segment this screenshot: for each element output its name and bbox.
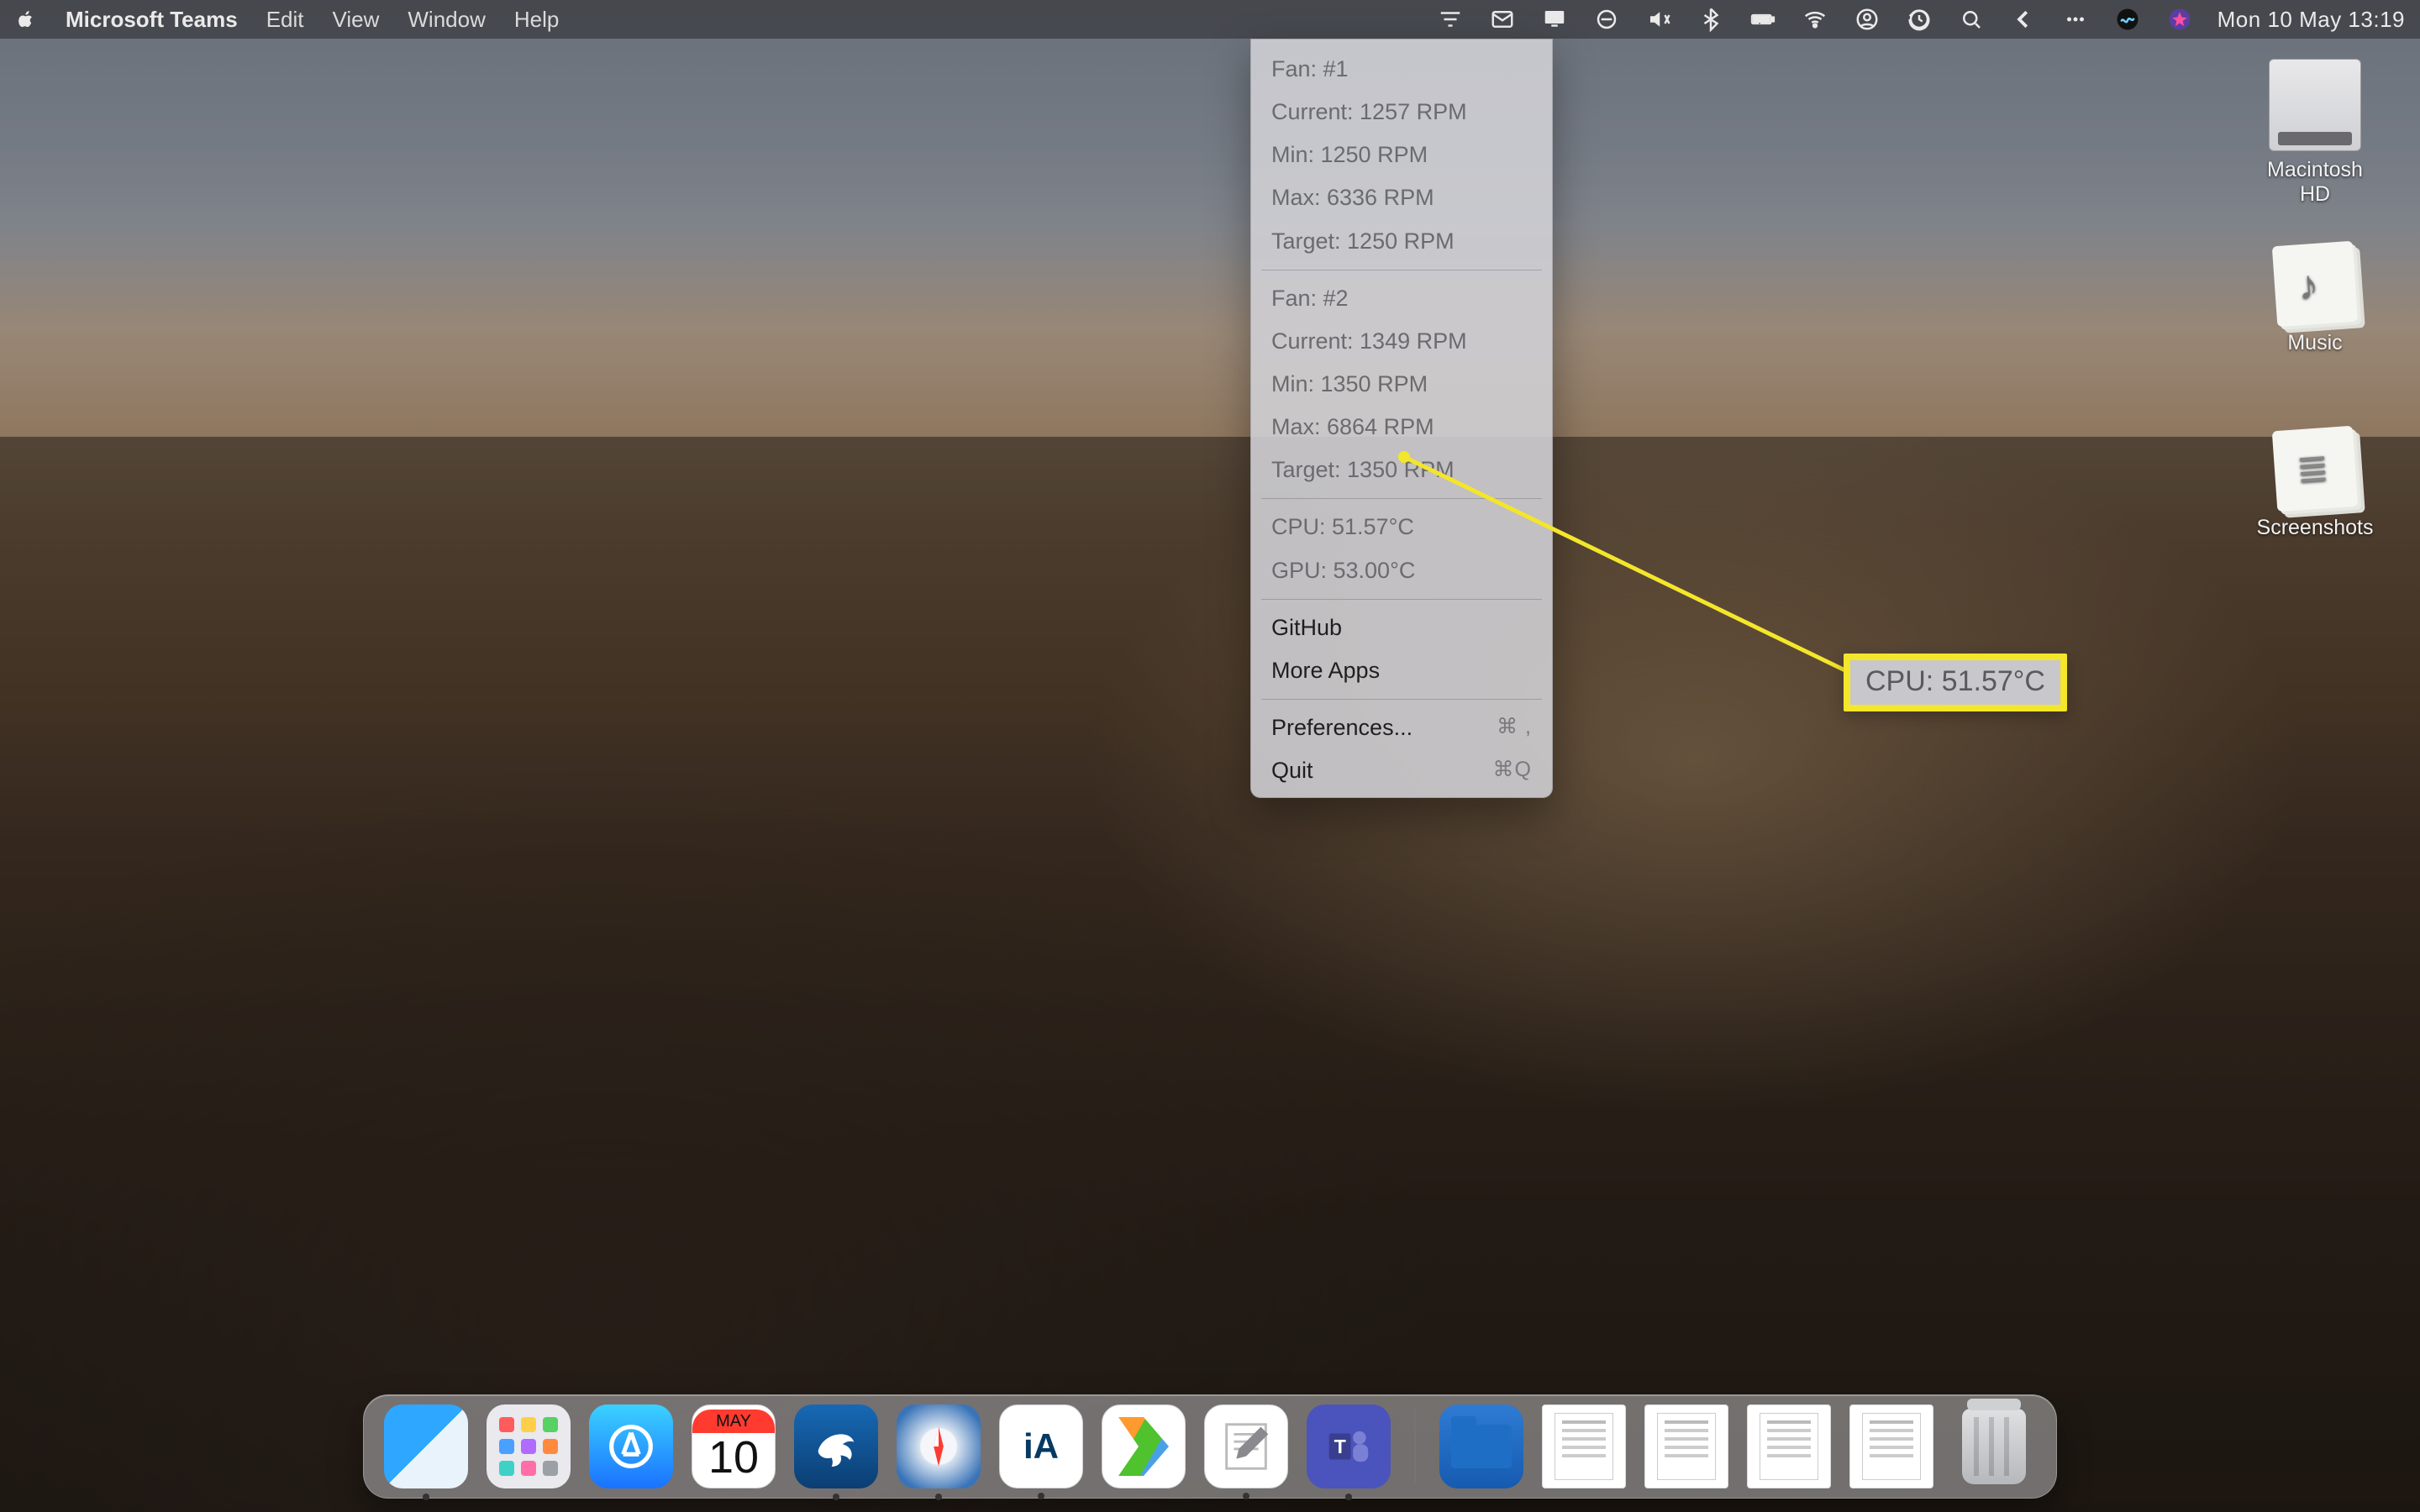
document-icon <box>1657 1413 1716 1480</box>
fan1-target: Target: 1250 RPM <box>1251 220 1552 263</box>
active-app-name[interactable]: Microsoft Teams <box>66 7 238 33</box>
mail-icon[interactable] <box>1488 0 1517 39</box>
dock-safari[interactable] <box>897 1404 981 1488</box>
desktop-label: Screenshots <box>2252 516 2378 540</box>
desktop-macintosh-hd[interactable]: Macintosh HD <box>2252 59 2378 207</box>
timemachine-icon[interactable] <box>1905 0 1933 39</box>
fan1-max: Max: 6336 RPM <box>1251 176 1552 219</box>
svg-text:T: T <box>1334 1436 1346 1457</box>
dropdown-separator <box>1261 699 1542 700</box>
document-icon <box>1862 1413 1921 1480</box>
preferences-label: Preferences... <box>1271 715 1413 740</box>
preferences-item[interactable]: Preferences... ⌘ , <box>1251 706 1552 749</box>
k-icon <box>1118 1417 1169 1476</box>
desktop-label: Macintosh HD <box>2252 158 2378 207</box>
annotation-dot <box>1398 451 1410 463</box>
fan2-min: Min: 1350 RPM <box>1251 363 1552 406</box>
desktop-screenshots-folder[interactable]: Screenshots <box>2252 428 2378 540</box>
dock-k-app[interactable] <box>1102 1404 1186 1488</box>
display-icon[interactable] <box>1540 0 1569 39</box>
battery-charging-icon[interactable] <box>1749 0 1777 39</box>
dock-thunderbird[interactable] <box>794 1404 878 1488</box>
dock-recent-file-1[interactable] <box>1542 1404 1626 1488</box>
fan-control-menubar-icon[interactable] <box>1436 0 1465 39</box>
calendar-day: 10 <box>708 1433 759 1483</box>
volume-muted-icon[interactable] <box>1644 0 1673 39</box>
overflow-icon[interactable] <box>2061 0 2090 39</box>
menu-window[interactable]: Window <box>408 7 485 33</box>
annotation-text: CPU: 51.57°C <box>1865 665 2045 697</box>
gpu-temp-row: GPU: 53.00°C <box>1251 549 1552 592</box>
document-icon <box>1760 1413 1818 1480</box>
spotlight-search-icon[interactable] <box>1957 0 1986 39</box>
dock-recent-file-2[interactable] <box>1644 1404 1728 1488</box>
preferences-shortcut: ⌘ , <box>1497 711 1532 742</box>
folder-icon <box>1451 1425 1512 1468</box>
desktop-music-folder[interactable]: Music <box>2252 244 2378 355</box>
dock-app-store[interactable] <box>589 1404 673 1488</box>
dock-separator <box>1414 1409 1416 1484</box>
dock-calendar[interactable]: MAY 10 <box>692 1404 776 1488</box>
dim-overlay <box>0 0 2420 1512</box>
menu-view[interactable]: View <box>333 7 380 33</box>
quit-item[interactable]: Quit ⌘Q <box>1251 749 1552 792</box>
desktop-label: Music <box>2252 331 2378 355</box>
wifi-icon[interactable] <box>1801 0 1829 39</box>
annotation-callout: CPU: 51.57°C <box>1844 654 2067 711</box>
dock-finder[interactable] <box>384 1404 468 1488</box>
dock-recent-file-4[interactable] <box>1849 1404 1933 1488</box>
dock-trash[interactable] <box>1952 1404 2036 1488</box>
fan1-title: Fan: #1 <box>1251 48 1552 91</box>
screenshots-folder-icon <box>2272 426 2358 512</box>
document-icon <box>1555 1413 1613 1480</box>
dock-recent-file-3[interactable] <box>1747 1404 1831 1488</box>
music-folder-icon <box>2272 241 2358 327</box>
launchpad-icon <box>499 1417 558 1476</box>
dropdown-separator <box>1261 498 1542 499</box>
menubar-clock[interactable]: Mon 10 May 13:19 <box>2217 7 2405 33</box>
fan-control-dropdown: Fan: #1 Current: 1257 RPM Min: 1250 RPM … <box>1250 39 1553 798</box>
more-apps-link[interactable]: More Apps <box>1251 649 1552 692</box>
trash-icon <box>1962 1409 2026 1484</box>
github-link[interactable]: GitHub <box>1251 606 1552 649</box>
dropdown-separator <box>1261 599 1542 600</box>
bluetooth-icon[interactable] <box>1697 0 1725 39</box>
menu-help[interactable]: Help <box>514 7 559 33</box>
menubar: Microsoft Teams Edit View Window Help <box>0 0 2420 39</box>
menu-edit[interactable]: Edit <box>266 7 304 33</box>
apple-menu-icon[interactable] <box>15 8 37 30</box>
wallpaper-dune <box>0 437 2420 1512</box>
fan2-title: Fan: #2 <box>1251 277 1552 320</box>
quit-label: Quit <box>1271 758 1313 783</box>
user-icon[interactable] <box>1853 0 1881 39</box>
dock-ia-writer[interactable]: iA <box>999 1404 1083 1488</box>
dock-textedit[interactable] <box>1204 1404 1288 1488</box>
fan1-min: Min: 1250 RPM <box>1251 134 1552 176</box>
quit-shortcut: ⌘Q <box>1493 754 1532 785</box>
app-status-icon[interactable] <box>2165 0 2194 39</box>
fan2-max: Max: 6864 RPM <box>1251 406 1552 449</box>
hard-drive-icon <box>2269 59 2361 151</box>
fan2-current: Current: 1349 RPM <box>1251 320 1552 363</box>
do-not-disturb-icon[interactable] <box>1592 0 1621 39</box>
calendar-month: MAY <box>692 1410 775 1433</box>
dock-launchpad[interactable] <box>487 1404 571 1488</box>
fan1-current: Current: 1257 RPM <box>1251 91 1552 134</box>
dock: MAY 10 iA T <box>363 1394 2057 1499</box>
ia-writer-label: iA <box>1023 1426 1059 1467</box>
dock-microsoft-teams[interactable]: T <box>1307 1404 1391 1488</box>
siri-icon[interactable] <box>2113 0 2142 39</box>
cpu-temp-row: CPU: 51.57°C <box>1251 506 1552 549</box>
dock-documents-folder[interactable] <box>1439 1404 1523 1488</box>
back-chevron-icon[interactable] <box>2009 0 2038 39</box>
